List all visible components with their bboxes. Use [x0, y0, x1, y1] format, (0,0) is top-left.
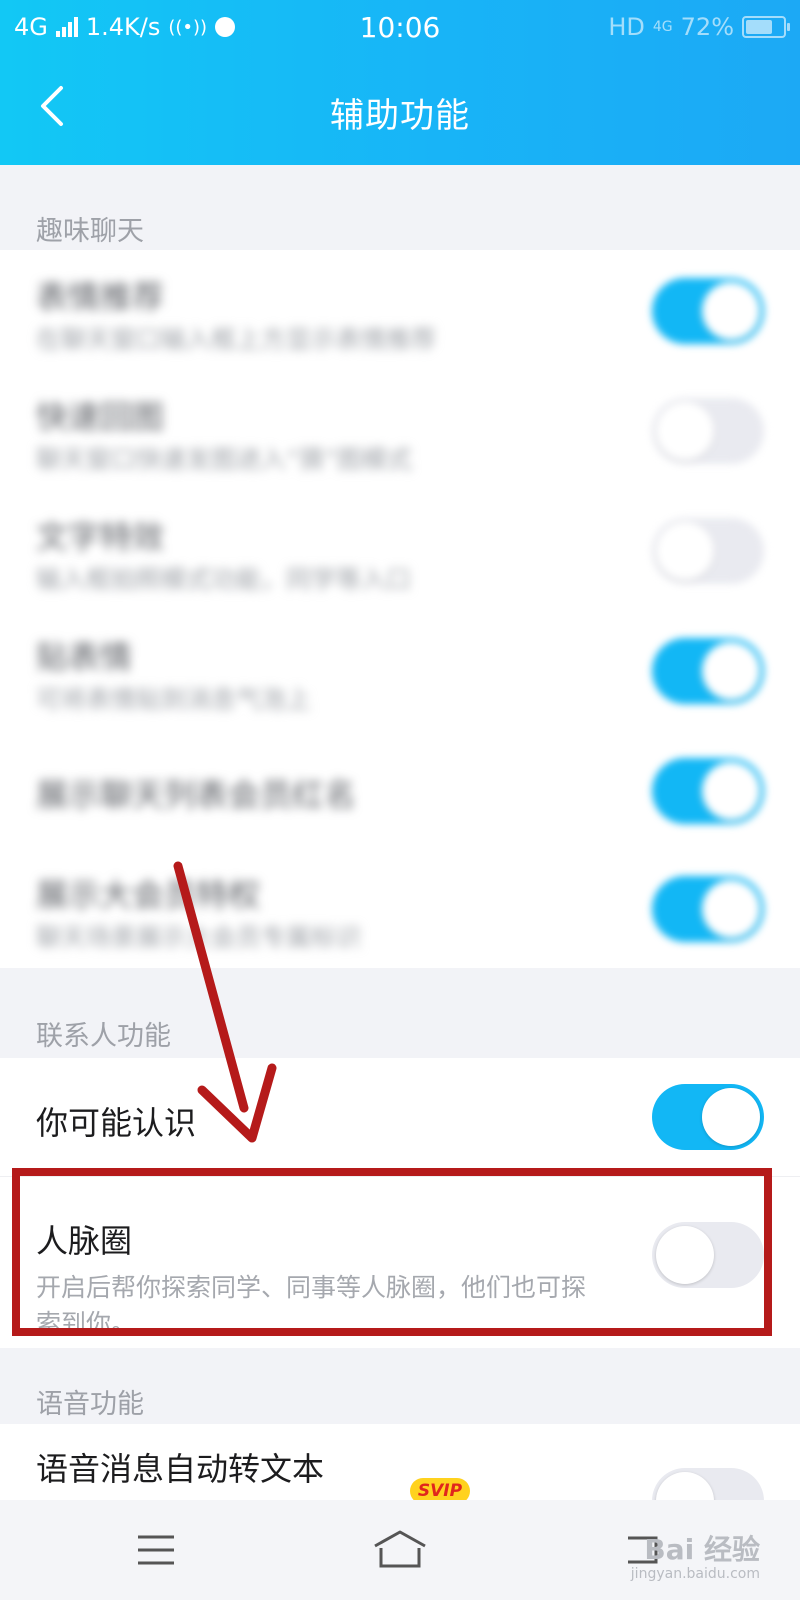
- network-type-right: 4G: [652, 19, 673, 35]
- setting-title: 表情推荐: [36, 278, 165, 316]
- setting-desc: 可将表情贴到消息气泡上: [36, 685, 312, 714]
- toggle-switch[interactable]: [652, 876, 764, 942]
- section-header-contacts: 联系人功能: [36, 1021, 171, 1052]
- battery-percent: 72%: [680, 13, 734, 41]
- home-icon: [374, 1530, 426, 1568]
- setting-row[interactable]: 贴表情 可将表情贴到消息气泡上: [0, 610, 800, 730]
- toggle-you-may-know[interactable]: [652, 1084, 764, 1150]
- setting-row-network-circle[interactable]: 人脉圈 开启后帮你探索同学、同事等人脉圈，他们也可探索到你。: [0, 1176, 800, 1348]
- setting-desc: 开启后帮你探索同学、同事等人脉圈，他们也可探索到你。: [36, 1273, 587, 1338]
- setting-row[interactable]: 展示大会员特权 聊天场景展示大会员专属标识: [0, 848, 800, 968]
- section-header-fun-chat: 趣味聊天: [36, 216, 144, 247]
- setting-desc: 聊天窗口快速发图进入“猜”图模式: [36, 445, 412, 474]
- section-header-voice: 语音功能: [36, 1389, 144, 1420]
- section-voice: 语音消息自动转文本: [0, 1424, 800, 1534]
- hd-indicator: HD: [608, 13, 645, 41]
- status-bar: 4G 1.4K/s ((•)) 10:06 HD 4G 72%: [0, 0, 800, 56]
- toggle-switch[interactable]: [652, 638, 764, 704]
- setting-row[interactable]: 表情推荐 在聊天窗口输入框上方显示表情推荐: [0, 250, 800, 370]
- section-fun-chat: 表情推荐 在聊天窗口输入框上方显示表情推荐 快速回图 聊天窗口快速发图进入“猜”…: [0, 250, 800, 968]
- watermark: Bai 经验: [644, 1533, 760, 1566]
- toggle-switch[interactable]: [652, 278, 764, 344]
- toggle-network-circle[interactable]: [652, 1222, 764, 1288]
- setting-row[interactable]: 展示聊天列表会员红名: [0, 730, 800, 848]
- setting-row-voice-to-text[interactable]: 语音消息自动转文本: [0, 1424, 800, 1534]
- setting-row[interactable]: 文字特效 输入框拍照模式功能，同学等入口: [0, 490, 800, 610]
- setting-desc: 聊天场景展示大会员专属标识: [36, 923, 362, 952]
- battery-icon: [742, 16, 790, 38]
- watermark-sub: jingyan.baidu.com: [630, 1566, 760, 1582]
- section-contacts: 你可能认识 人脉圈 开启后帮你探索同学、同事等人脉圈，他们也可探索到你。: [0, 1058, 800, 1348]
- toggle-switch[interactable]: [652, 758, 764, 824]
- setting-desc: 在聊天窗口输入框上方显示表情推荐: [36, 325, 437, 354]
- setting-desc: 输入框拍照模式功能，同学等入口: [36, 565, 412, 594]
- setting-title: 语音消息自动转文本: [36, 1450, 325, 1488]
- toggle-switch[interactable]: [652, 518, 764, 584]
- menu-icon: [138, 1535, 174, 1565]
- setting-title: 文字特效: [36, 518, 165, 556]
- setting-title: 贴表情: [36, 638, 133, 676]
- nav-home-button[interactable]: [370, 1522, 430, 1578]
- setting-title: 展示大会员特权: [36, 876, 261, 914]
- app-header: 4G 1.4K/s ((•)) 10:06 HD 4G 72% 辅助功能: [0, 0, 800, 165]
- setting-title: 快速回图: [36, 398, 165, 436]
- toggle-switch[interactable]: [652, 398, 764, 464]
- nav-menu-button[interactable]: [126, 1522, 186, 1578]
- setting-title: 你可能认识: [36, 1104, 197, 1142]
- setting-row-you-may-know[interactable]: 你可能认识: [0, 1058, 800, 1177]
- setting-title: 人脉圈: [36, 1222, 133, 1260]
- setting-row[interactable]: 快速回图 聊天窗口快速发图进入“猜”图模式: [0, 370, 800, 490]
- page-title: 辅助功能: [330, 96, 470, 136]
- setting-title: 展示聊天列表会员红名: [36, 776, 357, 814]
